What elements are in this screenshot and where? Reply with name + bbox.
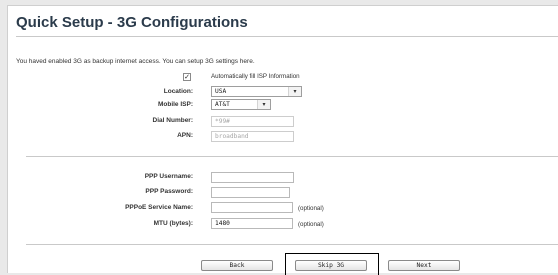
mtu-label: MTU (bytes): bbox=[153, 220, 193, 227]
dial-number-field[interactable]: *99# bbox=[211, 116, 294, 127]
auto-isp-label: Automatically fill ISP Information bbox=[211, 73, 300, 80]
pppoe-service-label: PPPoE Service Name: bbox=[125, 204, 193, 211]
next-button[interactable]: Next bbox=[388, 260, 460, 271]
ppp-username-field[interactable] bbox=[211, 172, 294, 183]
mtu-field[interactable]: 1480 bbox=[211, 218, 293, 229]
chevron-down-icon: ▾ bbox=[257, 100, 270, 109]
page-title: Quick Setup - 3G Configurations bbox=[16, 14, 248, 31]
buttons-divider bbox=[26, 244, 558, 245]
apn-label: APN: bbox=[177, 132, 193, 139]
section-divider bbox=[26, 156, 558, 157]
intro-text: You haved enabled 3G as backup internet … bbox=[16, 58, 255, 65]
chevron-down-icon: ▾ bbox=[288, 87, 301, 96]
pppoe-service-hint: (optional) bbox=[298, 205, 324, 212]
location-select[interactable]: USA ▾ bbox=[211, 86, 302, 97]
mobile-isp-value: AT&T bbox=[215, 101, 230, 108]
apn-field[interactable]: broadband bbox=[211, 131, 294, 142]
ppp-password-field[interactable] bbox=[211, 187, 290, 198]
mtu-hint: (optional) bbox=[298, 221, 324, 228]
skip-3g-button[interactable]: Skip 3G bbox=[295, 260, 367, 271]
title-divider bbox=[16, 36, 558, 37]
ppp-username-label: PPP Username: bbox=[144, 173, 193, 180]
location-label: Location: bbox=[163, 88, 193, 95]
dial-number-label: Dial Number: bbox=[152, 117, 193, 124]
mobile-isp-label: Mobile ISP: bbox=[157, 101, 193, 108]
ppp-password-label: PPP Password: bbox=[145, 188, 193, 195]
pppoe-service-field[interactable] bbox=[211, 202, 293, 213]
location-value: USA bbox=[215, 88, 227, 95]
back-button[interactable]: Back bbox=[201, 260, 273, 271]
mobile-isp-select[interactable]: AT&T ▾ bbox=[211, 99, 271, 110]
auto-isp-checkbox[interactable]: ✓ bbox=[183, 73, 191, 81]
